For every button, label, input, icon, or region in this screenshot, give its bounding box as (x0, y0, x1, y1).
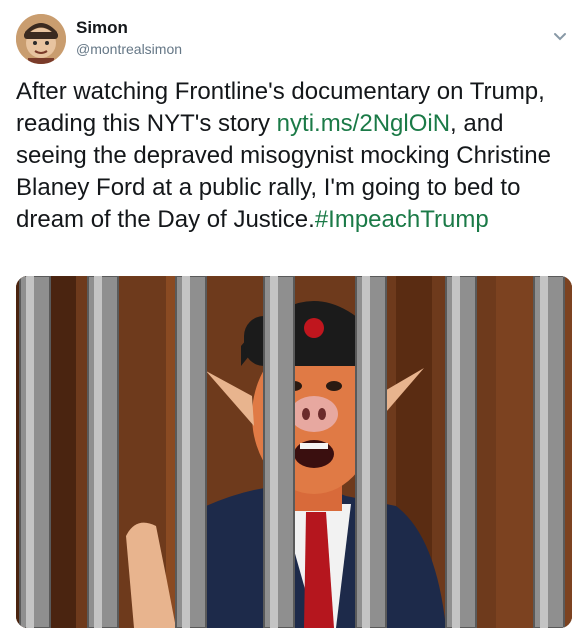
chevron-down-icon[interactable] (552, 30, 568, 44)
tweet-text: After watching Frontline's documentary o… (16, 76, 568, 236)
tweet-media-image[interactable] (16, 276, 572, 628)
user-handle[interactable]: @montrealsimon (76, 41, 182, 57)
tweet-card: Simon @montrealsimon After watching Fron… (0, 0, 588, 640)
caricature-behind-bars-image (16, 276, 572, 628)
display-name[interactable]: Simon (76, 18, 128, 38)
avatar-image (16, 14, 66, 64)
tweet-link[interactable]: nyti.ms/2NglOiN (277, 110, 450, 137)
avatar[interactable] (16, 14, 66, 64)
hashtag-link[interactable]: #ImpeachTrump (315, 206, 489, 233)
